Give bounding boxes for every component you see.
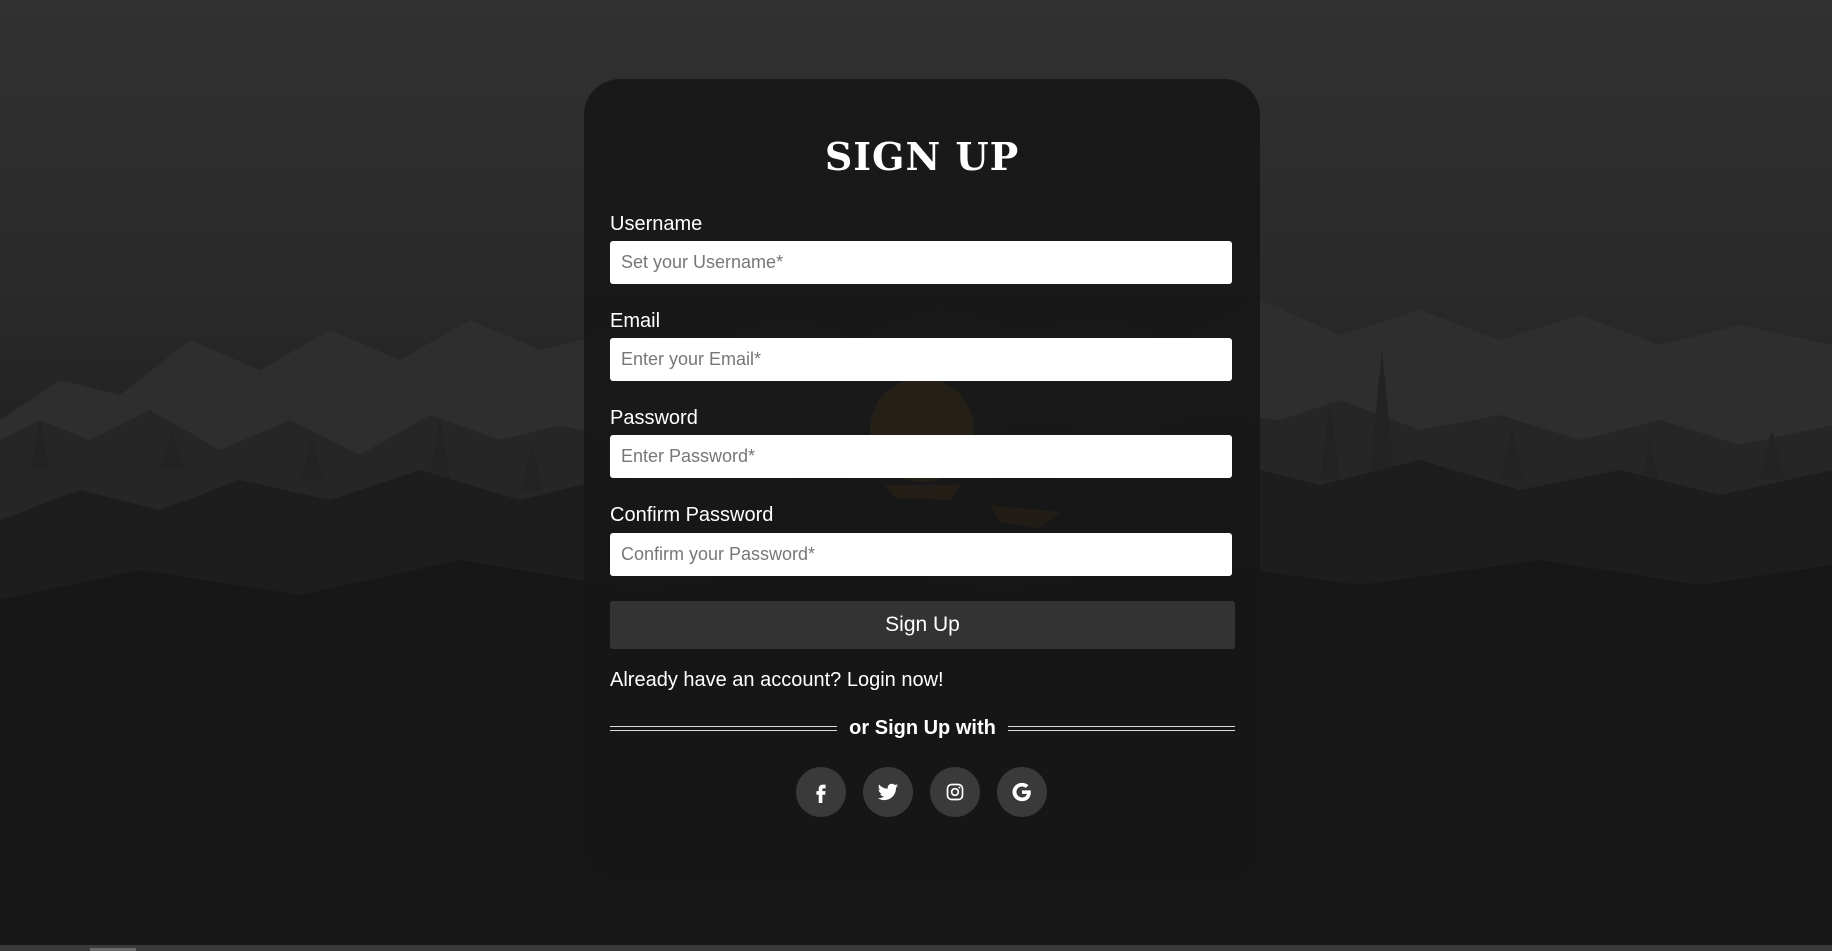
- username-input[interactable]: [610, 241, 1232, 284]
- divider-line-right: [1007, 725, 1235, 731]
- email-input[interactable]: [610, 338, 1232, 381]
- twitter-button[interactable]: [863, 767, 913, 817]
- social-buttons: [584, 767, 1260, 817]
- password-input[interactable]: [610, 435, 1232, 478]
- page-title: SIGN UP: [824, 134, 1020, 179]
- facebook-icon: [816, 784, 826, 803]
- divider-text: or Sign Up with: [849, 716, 996, 739]
- google-icon: [1012, 782, 1031, 802]
- google-button[interactable]: [997, 767, 1047, 817]
- email-label: Email: [610, 310, 661, 332]
- signup-card: SIGN UP Username Email Password Confirm …: [584, 79, 1260, 880]
- instagram-icon: [946, 783, 964, 801]
- divider-line-left: [610, 725, 838, 731]
- twitter-icon: [877, 783, 899, 801]
- username-label: Username: [610, 213, 703, 235]
- social-divider: or Sign Up with: [610, 716, 1235, 740]
- password-label: Password: [610, 407, 698, 429]
- login-prompt: Already have an account? Login now!: [610, 668, 944, 692]
- login-link[interactable]: Already have an account? Login now!: [610, 669, 944, 691]
- confirm-password-label: Confirm Password: [610, 504, 774, 526]
- confirm-password-input[interactable]: [610, 533, 1232, 576]
- instagram-button[interactable]: [930, 767, 980, 817]
- facebook-button[interactable]: [796, 767, 846, 817]
- bottom-edge-bar: [0, 945, 1832, 951]
- page-background: SIGN UP Username Email Password Confirm …: [0, 0, 1832, 951]
- sign-up-button[interactable]: Sign Up: [610, 601, 1235, 649]
